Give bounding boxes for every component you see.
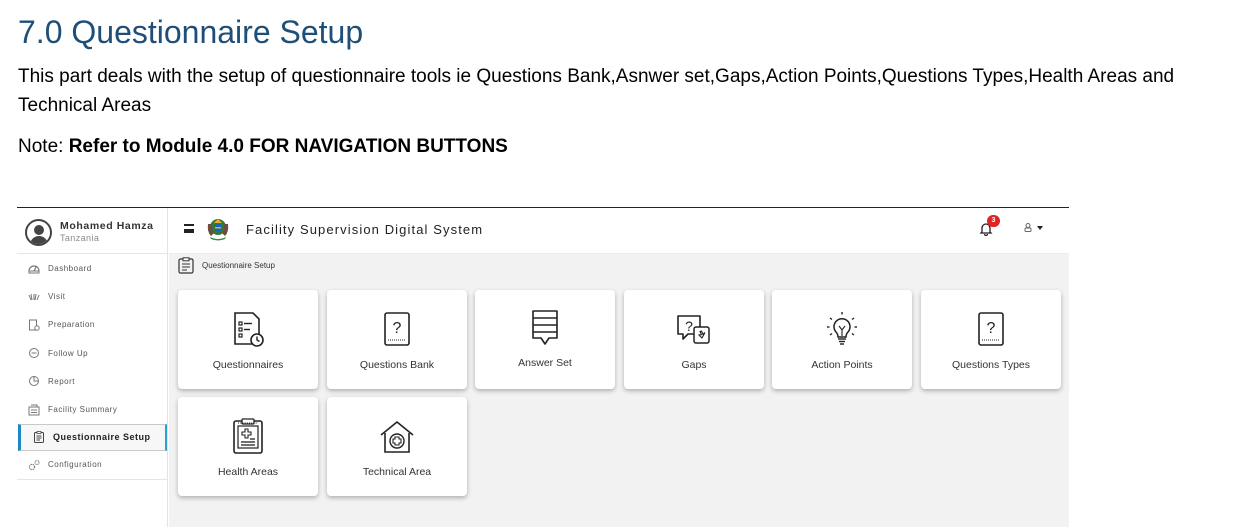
tile-label: Gaps [681, 359, 707, 371]
preparation-icon [28, 319, 40, 331]
sidebar-item-label: Facility Summary [48, 405, 118, 415]
tile-label: Technical Area [362, 466, 432, 478]
report-icon [28, 375, 40, 387]
tile-answer-set[interactable]: Answer Set [475, 290, 615, 389]
user-menu-dropdown[interactable] [1024, 222, 1043, 233]
user-location: Tanzania [60, 233, 100, 243]
tile-technical-area[interactable]: Technical Area [327, 397, 467, 496]
user-icon [1024, 223, 1032, 233]
lightbulb-icon [827, 312, 857, 345]
app-screenshot: Mohamed Hamza Tanzania Dashboard Visit P… [17, 207, 1069, 527]
sidebar-item-preparation[interactable]: Preparation [17, 311, 167, 339]
sidebar-item-questionnaire-setup[interactable]: Questionnaire Setup [18, 423, 167, 451]
sidebar: Mohamed Hamza Tanzania Dashboard Visit P… [17, 208, 168, 527]
document-paragraph: This part deals with the setup of questi… [18, 66, 1175, 116]
clipboard-icon [33, 431, 45, 444]
tile-action-points[interactable]: Action Points [772, 290, 912, 389]
tile-label: Questionnaires [212, 359, 284, 371]
breadcrumb: Questionnaire Setup [178, 255, 275, 275]
sidebar-nav: Dashboard Visit Preparation Follow Up Re… [17, 254, 167, 481]
medical-house-icon [380, 421, 414, 453]
clipboard-icon [178, 256, 194, 274]
coat-of-arms-logo [207, 219, 229, 241]
svg-text:?: ? [987, 320, 996, 337]
hamburger-menu-icon[interactable] [184, 224, 194, 233]
user-name: Mohamed Hamza [60, 220, 154, 232]
tile-label: Questions Types [951, 359, 1031, 371]
sidebar-item-label: Dashboard [48, 263, 92, 273]
sidebar-item-label: Follow Up [48, 348, 89, 358]
svg-text:?: ? [685, 318, 693, 334]
question-doc-icon: ? [384, 312, 410, 346]
tile-label: Questions Bank [359, 359, 435, 371]
tile-label: Action Points [811, 359, 873, 371]
question-doc-icon: ? [978, 312, 1004, 346]
breadcrumb-label: Questionnaire Setup [202, 260, 275, 270]
notification-badge: 3 [987, 215, 1000, 227]
note-bold-text: Refer to Module 4.0 FOR NAVIGATION BUTTO… [68, 136, 508, 157]
sidebar-item-visit[interactable]: Visit [17, 282, 167, 310]
gears-icon [28, 459, 40, 471]
sidebar-item-label: Questionnaire Setup [53, 432, 151, 443]
svg-text:?: ? [393, 320, 402, 337]
sidebar-item-configuration[interactable]: Configuration [17, 451, 167, 479]
app-title: Facility Supervision Digital System [246, 222, 484, 237]
sidebar-item-label: Configuration [48, 460, 103, 470]
question-cursor-icon: ? [677, 315, 710, 344]
document-heading: 7.0 Questionnaire Setup [18, 14, 364, 50]
sidebar-item-label: Report [48, 376, 76, 386]
document-note: Note: Refer to Module 4.0 FOR NAVIGATION… [18, 136, 508, 158]
questionnaire-icon [234, 312, 264, 347]
answer-list-icon [532, 310, 558, 345]
facility-summary-icon [28, 404, 40, 416]
visit-icon [28, 290, 40, 302]
top-bar: Facility Supervision Digital System 3 [169, 208, 1069, 254]
avatar [25, 219, 52, 246]
tile-questionnaires[interactable]: Questionnaires [178, 290, 318, 389]
medical-clipboard-icon [233, 418, 263, 454]
dashboard-icon [28, 262, 40, 274]
sidebar-item-facility-summary[interactable]: Facility Summary [17, 395, 167, 423]
note-prefix: Note: [18, 136, 69, 157]
sidebar-item-follow-up[interactable]: Follow Up [17, 339, 167, 367]
sidebar-item-label: Visit [48, 291, 66, 301]
main-content: Questionnaire Setup Questionnaires ? Que… [169, 254, 1069, 527]
tile-health-areas[interactable]: Health Areas [178, 397, 318, 496]
sidebar-item-dashboard[interactable]: Dashboard [17, 254, 167, 282]
tile-gaps[interactable]: ? Gaps [624, 290, 764, 389]
sidebar-item-report[interactable]: Report [17, 367, 167, 395]
chevron-down-icon [1037, 225, 1043, 230]
user-profile[interactable]: Mohamed Hamza Tanzania [17, 208, 167, 254]
tile-label: Answer Set [518, 357, 572, 369]
tile-questions-types[interactable]: ? Questions Types [921, 290, 1061, 389]
tile-questions-bank[interactable]: ? Questions Bank [327, 290, 467, 389]
tile-label: Health Areas [217, 466, 279, 478]
follow-up-icon [28, 347, 40, 359]
sidebar-item-label: Preparation [48, 320, 95, 330]
